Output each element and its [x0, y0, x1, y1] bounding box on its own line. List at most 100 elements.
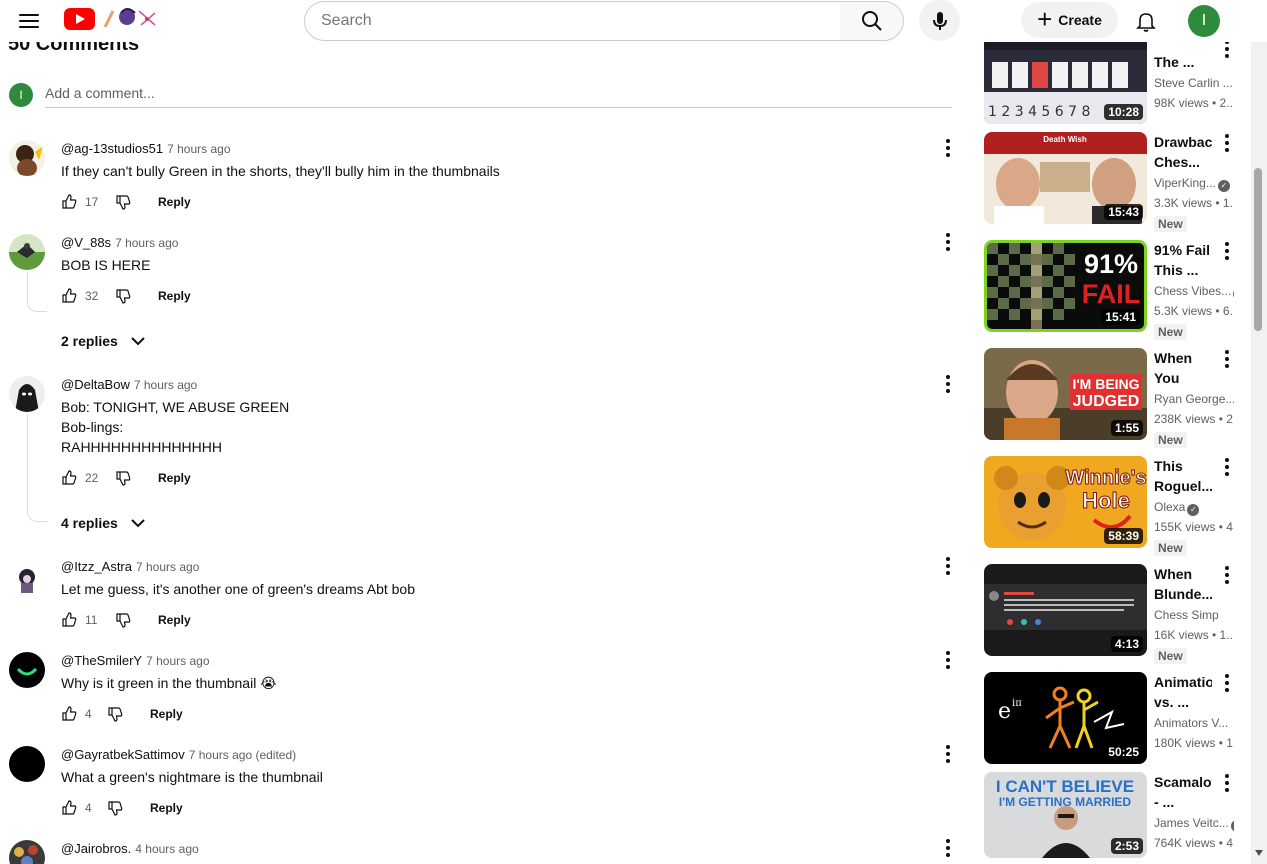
like-icon[interactable] [61, 800, 77, 816]
dislike-icon[interactable] [107, 706, 123, 722]
related-video[interactable]: 91% FAIL 15:41 91% Fail This ... Chess V… [984, 240, 1246, 340]
comment-more-icon[interactable] [940, 556, 956, 576]
comment-author[interactable]: @Itzz_Astra [61, 559, 132, 574]
video-title[interactable]: Drawback Ches... [1154, 132, 1212, 172]
comment-more-icon[interactable] [940, 650, 956, 670]
dislike-icon[interactable] [115, 470, 131, 486]
video-thumbnail[interactable]: 1 2 3 4 5 6 7 8 10:28 [984, 32, 1147, 124]
video-thumbnail[interactable]: 4:13 [984, 564, 1147, 656]
video-title[interactable]: Animation vs. ... [1154, 672, 1212, 712]
video-thumbnail[interactable]: Winnie's Hole 58:39 [984, 456, 1147, 548]
channel-name[interactable]: Olexa ✓ [1154, 500, 1234, 516]
video-title[interactable]: Scamalot - ... [1154, 772, 1212, 812]
video-title[interactable]: When Blunde... [1154, 564, 1212, 604]
like-icon[interactable] [61, 706, 77, 722]
channel-name[interactable]: James Veitc...✓ [1154, 816, 1234, 832]
related-video[interactable]: 1 2 3 4 5 6 7 8 10:28 The ... Steve Carl… [984, 32, 1246, 126]
reply-button[interactable]: Reply [158, 471, 191, 485]
related-video[interactable]: 4:13 When Blunde... Chess Simp 16K views… [984, 564, 1246, 664]
menu-icon[interactable] [14, 6, 44, 36]
scrollbar-thumb[interactable] [1254, 168, 1262, 331]
video-more-icon[interactable] [1224, 674, 1230, 692]
related-video[interactable]: Death Wish 15:43 Drawback Ches... ViperK… [984, 132, 1246, 232]
comment-time[interactable]: 7 hours ago [136, 560, 199, 574]
search-input[interactable] [321, 12, 840, 30]
video-title[interactable]: This Roguel... [1154, 456, 1212, 496]
like-icon[interactable] [61, 194, 77, 210]
video-more-icon[interactable] [1224, 458, 1230, 476]
dislike-icon[interactable] [107, 800, 123, 816]
comment-more-icon[interactable] [940, 138, 956, 158]
like-icon[interactable] [61, 288, 77, 304]
comment-time[interactable]: 7 hours ago (edited) [189, 748, 296, 762]
video-more-icon[interactable] [1224, 350, 1230, 368]
video-thumbnail[interactable]: Death Wish 15:43 [984, 132, 1147, 224]
channel-name[interactable]: Chess Simp [1154, 608, 1234, 622]
channel-name[interactable]: Ryan George...✓ [1154, 392, 1234, 408]
related-video[interactable]: Winnie's Hole 58:39 This Roguel... Olexa… [984, 456, 1246, 556]
voice-search-button[interactable] [919, 0, 960, 41]
reply-button[interactable]: Reply [158, 613, 191, 627]
related-video[interactable]: e iπ 50:25 Animation vs. ... Animators V… [984, 672, 1246, 766]
video-thumbnail[interactable]: 91% FAIL 15:41 [984, 240, 1147, 332]
like-icon[interactable] [61, 612, 77, 628]
comment-time[interactable]: 7 hours ago [134, 378, 197, 392]
commenter-avatar[interactable] [9, 140, 45, 176]
comment-author[interactable]: @ag-13studios51 [61, 141, 163, 156]
reply-button[interactable]: Reply [150, 707, 183, 721]
scroll-down-arrow-icon[interactable] [1255, 850, 1263, 856]
channel-name[interactable]: Chess Vibes...✓ [1154, 284, 1234, 300]
related-video[interactable]: I'M BEING JUDGED 1:55 When You Ea... Rya… [984, 348, 1246, 448]
video-more-icon[interactable] [1224, 566, 1230, 584]
video-more-icon[interactable] [1224, 242, 1230, 260]
channel-name[interactable]: ViperKing... ✓ [1154, 176, 1234, 192]
commenter-avatar[interactable] [9, 561, 45, 597]
comment-time[interactable]: 7 hours ago [167, 142, 230, 156]
commenter-avatar[interactable] [9, 652, 45, 688]
video-title[interactable]: The ... [1154, 52, 1212, 72]
dislike-icon[interactable] [115, 288, 131, 304]
notifications-button[interactable] [1128, 3, 1164, 39]
comment-more-icon[interactable] [940, 744, 956, 764]
search-box[interactable] [304, 1, 841, 41]
search-button[interactable] [840, 1, 904, 41]
video-more-icon[interactable] [1224, 40, 1230, 58]
comment-more-icon[interactable] [940, 374, 956, 394]
comment-time[interactable]: 7 hours ago [146, 654, 209, 668]
channel-name[interactable]: Steve Carlin ... [1154, 76, 1234, 90]
view-replies-button[interactable]: 4 replies [61, 515, 146, 531]
commenter-avatar[interactable] [9, 234, 45, 270]
page-scrollbar[interactable] [1251, 0, 1267, 864]
like-icon[interactable] [61, 470, 77, 486]
video-more-icon[interactable] [1224, 134, 1230, 152]
comment-time[interactable]: 4 hours ago [135, 842, 198, 856]
video-more-icon[interactable] [1224, 774, 1230, 792]
comment-more-icon[interactable] [940, 838, 956, 858]
commenter-avatar[interactable] [9, 840, 45, 864]
video-title[interactable]: 91% Fail This ... [1154, 240, 1212, 280]
comment-author[interactable]: @DeltaBow [61, 377, 130, 392]
add-comment-input[interactable]: Add a comment... [45, 83, 952, 108]
comment-author[interactable]: @TheSmilerY [61, 653, 142, 668]
commenter-avatar[interactable] [9, 376, 45, 412]
account-avatar[interactable]: I [1188, 5, 1220, 37]
comment-time[interactable]: 7 hours ago [115, 236, 178, 250]
view-replies-button[interactable]: 2 replies [61, 333, 146, 349]
dislike-icon[interactable] [115, 612, 131, 628]
reply-button[interactable]: Reply [158, 195, 191, 209]
dislike-icon[interactable] [115, 194, 131, 210]
comment-more-icon[interactable] [940, 232, 956, 252]
related-video[interactable]: I CAN'T BELIEVE I'M GETTING MARRIED 2:53… [984, 772, 1246, 864]
comment-author[interactable]: @GayratbekSattimov [61, 747, 185, 762]
reply-button[interactable]: Reply [150, 801, 183, 815]
video-title[interactable]: When You Ea... [1154, 348, 1212, 388]
reply-button[interactable]: Reply [158, 289, 191, 303]
channel-name[interactable]: Animators V... [1154, 716, 1234, 730]
comment-author[interactable]: @Jairobros. [61, 841, 131, 856]
video-thumbnail[interactable]: e iπ 50:25 [984, 672, 1147, 764]
commenter-avatar[interactable] [9, 746, 45, 782]
youtube-logo[interactable] [64, 4, 160, 34]
comment-author[interactable]: @V_88s [61, 235, 111, 250]
video-thumbnail[interactable]: I CAN'T BELIEVE I'M GETTING MARRIED 2:53 [984, 772, 1147, 858]
create-button[interactable]: + Create [1021, 2, 1118, 38]
